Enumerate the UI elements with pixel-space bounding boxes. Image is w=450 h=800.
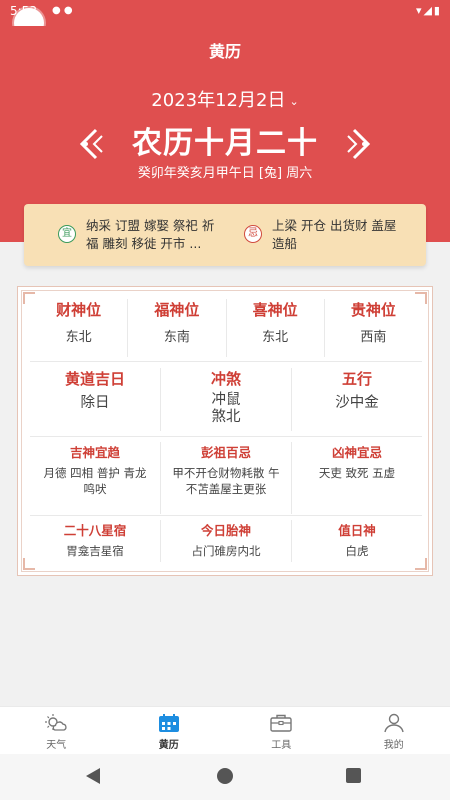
mid-value: 沙中金 — [335, 395, 379, 411]
solar-date-label: 2023年12月2日 — [151, 90, 286, 111]
five-elements-cell[interactable]: 五行 沙中金 — [291, 368, 422, 431]
stars-label: 今日胎神 — [200, 523, 251, 538]
tab-label: 我的 — [383, 740, 404, 751]
bottom-tab-bar: 天气 黄历 工具 我的 — [0, 706, 450, 754]
yi-section: 宜 纳采 订盟 嫁娶 祭祀 祈福 雕刻 移徙 开市 ... — [58, 217, 238, 253]
tab-label: 天气 — [46, 740, 67, 751]
clash-cell[interactable]: 冲煞 冲鼠 煞北 — [160, 368, 291, 431]
spirits-row: 吉神宜趋 月德 四相 普护 青龙 鸣吠 彭祖百忌 甲不开仓财物耗散 午不苫盖屋主… — [30, 442, 422, 514]
page-title: 黄历 — [208, 42, 241, 61]
mansion-cell[interactable]: 二十八星宿 胃龛吉星宿 — [30, 520, 160, 562]
mid-value: 除日 — [80, 395, 110, 411]
mid-value: 冲鼠 煞北 — [211, 392, 241, 425]
ji-text: 上梁 开仓 出货财 盖屋 造船 — [272, 218, 397, 251]
inauspicious-gods-cell[interactable]: 凶神宜忌 天吏 致死 五虚 — [291, 442, 422, 514]
ji-section: 忌 上梁 开仓 出货财 盖屋 造船 — [244, 217, 424, 253]
mid-label: 黄道吉日 — [64, 370, 125, 388]
divider — [30, 361, 422, 362]
spirits-value: 天吏 致死 五虚 — [318, 466, 396, 480]
lucky-day-cell[interactable]: 黄道吉日 除日 — [30, 368, 160, 431]
recents-icon[interactable] — [346, 768, 361, 783]
stars-label: 二十八星宿 — [63, 523, 127, 538]
god-cell-joy[interactable]: 喜神位 东北 — [225, 299, 324, 357]
stars-row: 二十八星宿 胃龛吉星宿 今日胎神 占门碓房内北 值日神 白虎 — [30, 520, 422, 562]
ji-seal-icon: 忌 — [244, 225, 262, 243]
spirits-label: 吉神宜趋 — [69, 445, 120, 460]
divider — [30, 436, 422, 437]
god-label: 福神位 — [154, 301, 200, 319]
auspicious-gods-cell[interactable]: 吉神宜趋 月德 四相 普护 青龙 鸣吠 — [30, 442, 160, 514]
tab-weather[interactable]: 天气 — [0, 707, 113, 754]
stars-value: 白虎 — [345, 544, 369, 558]
god-label: 喜神位 — [252, 301, 298, 319]
tab-almanac[interactable]: 黄历 — [113, 707, 226, 754]
next-day-ornament-icon[interactable] — [346, 126, 374, 162]
calendar-icon — [158, 714, 179, 732]
stars-value: 占门碓房内北 — [191, 544, 261, 558]
mid-label: 冲煞 — [210, 370, 241, 388]
status-bar: 5:53 ● ● ▾◢▮ — [0, 0, 450, 26]
god-value: 西南 — [360, 330, 387, 345]
tab-tools[interactable]: 工具 — [225, 707, 338, 754]
duty-god-cell[interactable]: 值日神 白虎 — [291, 520, 422, 562]
profile-icon — [384, 713, 404, 733]
almanac-panel: 财神位 东北 福神位 东南 喜神位 东北 贵神位 西南 黄道吉日 除日 冲煞 冲… — [17, 286, 433, 576]
solar-date-picker[interactable]: 2023年12月2日 ⌄ — [0, 86, 450, 112]
notification-icon: ● ● — [52, 5, 73, 16]
god-value: 东南 — [163, 330, 190, 345]
home-icon[interactable] — [217, 768, 233, 784]
gods-row: 财神位 东北 福神位 东南 喜神位 东北 贵神位 西南 — [30, 299, 422, 357]
pengzu-cell[interactable]: 彭祖百忌 甲不开仓财物耗散 午不苫盖屋主更张 — [160, 442, 291, 514]
weather-icon — [45, 714, 67, 731]
yiji-card[interactable]: 宜 纳采 订盟 嫁娶 祭祀 祈福 雕刻 移徙 开市 ... 忌 上梁 开仓 出货… — [24, 204, 426, 266]
stars-label: 值日神 — [338, 523, 376, 538]
yi-text: 纳采 订盟 嫁娶 祭祀 祈福 雕刻 移徙 开市 ... — [86, 218, 215, 251]
divider — [30, 515, 422, 516]
tab-profile[interactable]: 我的 — [338, 707, 450, 754]
spirits-label: 凶神宜忌 — [331, 445, 382, 460]
god-label: 财神位 — [56, 301, 102, 319]
tab-label: 工具 — [271, 740, 292, 751]
mid-row: 黄道吉日 除日 冲煞 冲鼠 煞北 五行 沙中金 — [30, 368, 422, 431]
fetal-god-cell[interactable]: 今日胎神 占门碓房内北 — [160, 520, 291, 562]
toolbox-icon — [270, 714, 292, 732]
spirits-value: 月德 四相 普护 青龙 鸣吠 — [43, 466, 147, 496]
tab-label: 黄历 — [158, 740, 179, 751]
god-value: 东北 — [65, 330, 92, 345]
god-value: 东北 — [262, 330, 289, 345]
god-cell-noble[interactable]: 贵神位 西南 — [323, 299, 422, 357]
god-cell-wealth[interactable]: 财神位 东北 — [30, 299, 127, 357]
yi-seal-icon: 宜 — [58, 225, 76, 243]
mid-label: 五行 — [341, 370, 372, 388]
ganzhi-subtitle: 癸卯年癸亥月甲午日 [兔] 周六 — [137, 166, 313, 181]
signal-battery-icon: ▾◢▮ — [415, 4, 442, 17]
stars-value: 胃龛吉星宿 — [66, 544, 124, 558]
back-icon[interactable] — [86, 768, 100, 784]
lunar-date: 农历十月二十 — [132, 126, 318, 161]
spirits-label: 彭祖百忌 — [200, 445, 251, 460]
chevron-down-icon: ⌄ — [289, 94, 299, 108]
god-cell-fortune[interactable]: 福神位 东南 — [127, 299, 225, 357]
spirits-value: 甲不开仓财物耗散 午不苫盖屋主更张 — [172, 466, 280, 496]
system-nav-bar — [0, 754, 450, 800]
god-label: 贵神位 — [350, 301, 396, 319]
